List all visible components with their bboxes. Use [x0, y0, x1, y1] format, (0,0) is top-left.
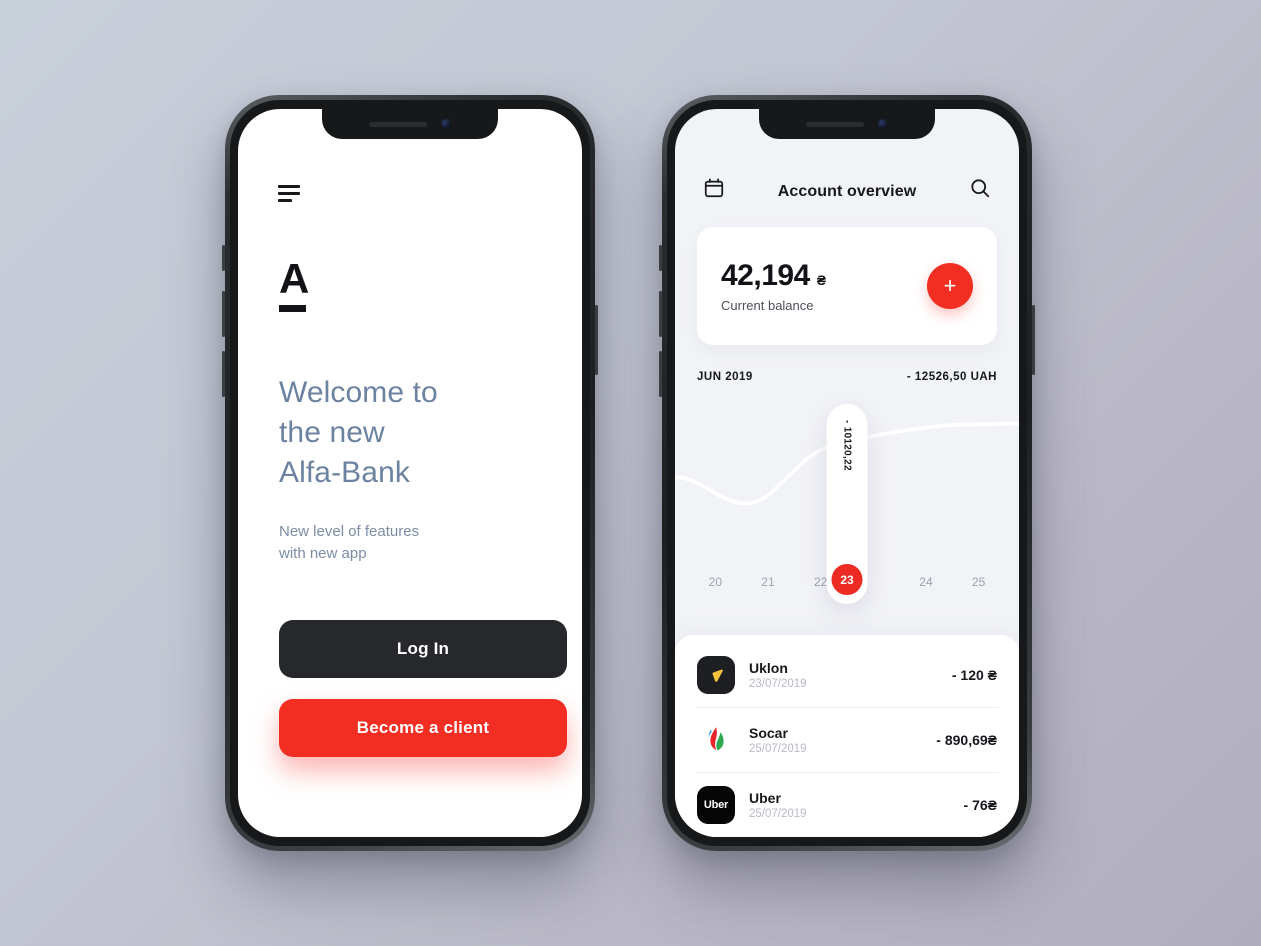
transaction-date: 23/07/2019: [749, 678, 807, 690]
login-button[interactable]: Log In: [279, 620, 567, 678]
balance-info: 42,194 ₴ Current balance: [721, 259, 826, 313]
chart-day-label[interactable]: 20: [698, 575, 732, 589]
balance-currency: ₴: [816, 272, 826, 288]
earpiece-speaker: [369, 121, 427, 127]
page-subtitle: New level of features with new app: [279, 521, 419, 565]
chart-tooltip-day-badge: 23: [831, 564, 863, 595]
transaction-amount: - 120 ₴: [951, 667, 997, 683]
phone-bezel: A Welcome to the new Alfa-Bank New level…: [230, 100, 590, 846]
chart-total-label: - 12526,50 UAH: [906, 371, 997, 383]
front-camera: [878, 119, 888, 129]
transaction-info: Socar 25/07/2019: [749, 725, 936, 755]
phone-notch: [322, 109, 498, 139]
transaction-row[interactable]: Uber Uber 25/07/2019 - 76₴: [695, 773, 999, 837]
earpiece-speaker: [806, 121, 864, 127]
phone-power-button: [1032, 305, 1035, 375]
chart-tooltip-value: - 10120,22: [841, 420, 853, 471]
phone-welcome: A Welcome to the new Alfa-Bank New level…: [222, 95, 598, 851]
chart-period-label: JUN 2019: [697, 371, 753, 383]
title-line-3: Alfa-Bank: [279, 456, 410, 489]
socar-icon: [697, 721, 735, 759]
uklon-icon: [697, 656, 735, 694]
title-line-2: the new: [279, 416, 385, 449]
become-client-button[interactable]: Become a client: [279, 699, 567, 757]
account-overview-screen: Account overview 42,194 ₴ Current balanc…: [675, 109, 1019, 837]
phone-volume-up-button: [659, 291, 662, 337]
transaction-list: Uklon 23/07/2019 - 120 ₴ Socar 25/07/201…: [675, 635, 1019, 837]
chart-day-label[interactable]: 25: [962, 575, 996, 589]
phone-mute-switch: [222, 245, 225, 271]
page-title: Account overview: [777, 183, 917, 200]
transaction-row[interactable]: Socar 25/07/2019 - 890,69₴: [695, 708, 999, 773]
chart-header: JUN 2019 - 12526,50 UAH: [675, 345, 1019, 383]
transaction-info: Uklon 23/07/2019: [749, 660, 952, 690]
phone-account-overview: Account overview 42,194 ₴ Current balanc…: [659, 95, 1035, 851]
transaction-name: Uklon: [749, 660, 788, 676]
transaction-date: 25/07/2019: [749, 743, 807, 755]
phone-volume-down-button: [222, 351, 225, 397]
subtitle-line-2: with new app: [279, 545, 367, 562]
hamburger-line-2: [278, 192, 300, 195]
hamburger-line-3: [278, 199, 292, 202]
transaction-row[interactable]: Uklon 23/07/2019 - 120 ₴: [695, 643, 999, 708]
welcome-screen: A Welcome to the new Alfa-Bank New level…: [238, 109, 582, 837]
balance-card[interactable]: 42,194 ₴ Current balance +: [697, 227, 997, 345]
add-money-button[interactable]: +: [927, 263, 973, 309]
transaction-date: 25/07/2019: [749, 808, 807, 820]
phone-notch: [759, 109, 935, 139]
balance-amount-row: 42,194 ₴: [721, 259, 826, 293]
phone-mute-switch: [659, 245, 662, 271]
transaction-amount: - 76₴: [963, 797, 997, 813]
title-line-1: Welcome to: [279, 376, 438, 409]
balance-label: Current balance: [721, 298, 814, 313]
chart-day-label[interactable]: 24: [909, 575, 943, 589]
front-camera: [441, 119, 451, 129]
phone-volume-down-button: [659, 351, 662, 397]
transaction-info: Uber 25/07/2019: [749, 790, 964, 820]
alfabank-logo-letter: A: [279, 255, 309, 302]
transaction-name: Uber: [749, 790, 781, 806]
chart-tooltip[interactable]: - 10120,22 23: [826, 404, 868, 604]
transaction-name: Socar: [749, 725, 788, 741]
uklon-glyph: [712, 669, 723, 682]
alfabank-logo-underline: [279, 305, 306, 312]
balance-chart[interactable]: 20 21 22 23 24 25 - 10120,22 23: [675, 383, 1019, 635]
search-icon[interactable]: [967, 175, 993, 201]
balance-amount: 42,194: [721, 259, 810, 292]
phone-volume-up-button: [222, 291, 225, 337]
uber-icon: Uber: [697, 786, 735, 824]
phone-bezel: Account overview 42,194 ₴ Current balanc…: [667, 100, 1027, 846]
chart-day-label[interactable]: 21: [751, 575, 785, 589]
transaction-amount: - 890,69₴: [936, 732, 997, 748]
calendar-icon[interactable]: [701, 175, 727, 201]
hamburger-menu-icon[interactable]: [278, 185, 300, 202]
page-title: Welcome to the new Alfa-Bank: [279, 373, 438, 493]
phone-power-button: [595, 305, 598, 375]
hamburger-line-1: [278, 185, 300, 188]
subtitle-line-1: New level of features: [279, 523, 420, 540]
socar-flame-glyph: [708, 727, 724, 751]
